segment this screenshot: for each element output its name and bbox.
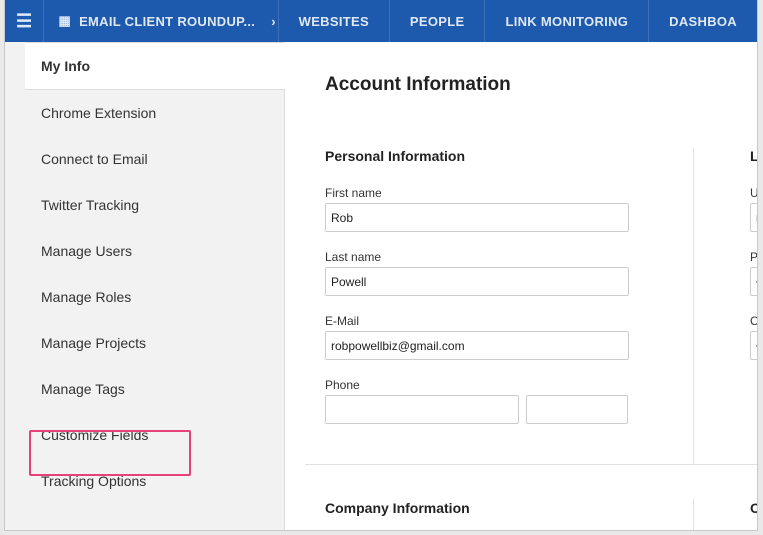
- other-heading: O: [750, 500, 757, 516]
- divider: [693, 498, 694, 530]
- top-nav: ☰ ▦ EMAIL CLIENT ROUNDUP... › WEBSITES PEO…: [5, 0, 757, 42]
- project-name: EMAIL CLIENT ROUNDUP...: [79, 13, 256, 29]
- login-heading: Lo: [750, 148, 758, 164]
- sidebar-item-my-info[interactable]: My Info: [25, 42, 285, 90]
- nav-link-monitoring[interactable]: LINK MONITORING: [485, 0, 650, 42]
- calendar-icon: ▦: [58, 13, 72, 28]
- confirm-label: Co: [750, 314, 758, 328]
- first-name-label: First name: [325, 186, 382, 200]
- sidebar: My Info Chrome Extension Connect to Emai…: [5, 42, 285, 530]
- nav-people[interactable]: PEOPLE: [390, 0, 486, 42]
- app-window: ☰ ▦ EMAIL CLIENT ROUNDUP... › WEBSITES PEO…: [4, 0, 758, 531]
- last-name-input[interactable]: Powell: [325, 267, 629, 296]
- personal-heading: Personal Information: [325, 148, 466, 164]
- project-selector[interactable]: ▦ EMAIL CLIENT ROUNDUP... ›: [44, 0, 279, 42]
- sidebar-item-manage-tags[interactable]: Manage Tags: [5, 366, 284, 412]
- divider: [693, 148, 694, 464]
- phone-label: Phone: [325, 378, 360, 392]
- nav-websites[interactable]: WEBSITES: [279, 0, 390, 42]
- sidebar-item-chrome-extension[interactable]: Chrome Extension: [5, 90, 284, 136]
- first-name-input[interactable]: Rob: [325, 203, 629, 232]
- last-name-label: Last name: [325, 250, 382, 264]
- phone-input[interactable]: [325, 395, 519, 424]
- password-label: Pa: [750, 250, 758, 264]
- highlight-box: [29, 430, 191, 476]
- username-label: Us: [750, 186, 758, 200]
- menu-icon[interactable]: ☰: [5, 0, 45, 42]
- sidebar-item-manage-projects[interactable]: Manage Projects: [5, 320, 284, 366]
- page-title: Account Information: [325, 74, 511, 95]
- main-content: Account Information Personal Information…: [305, 42, 758, 530]
- section-divider: [305, 464, 757, 465]
- username-input[interactable]: r: [750, 203, 757, 232]
- email-label: E-Mail: [325, 314, 360, 328]
- phone-ext-input[interactable]: [526, 395, 628, 424]
- chevron-right-icon: ›: [271, 13, 276, 29]
- nav-dashboard[interactable]: DASHBOA: [649, 0, 757, 42]
- sidebar-item-manage-users[interactable]: Manage Users: [5, 228, 284, 274]
- confirm-input[interactable]: •: [750, 331, 757, 360]
- password-input[interactable]: •: [750, 267, 757, 296]
- sidebar-item-connect-email[interactable]: Connect to Email: [5, 136, 284, 182]
- sidebar-item-twitter-tracking[interactable]: Twitter Tracking: [5, 182, 284, 228]
- sidebar-item-manage-roles[interactable]: Manage Roles: [5, 274, 284, 320]
- company-heading: Company Information: [325, 500, 470, 516]
- email-input[interactable]: robpowellbiz@gmail.com: [325, 331, 629, 360]
